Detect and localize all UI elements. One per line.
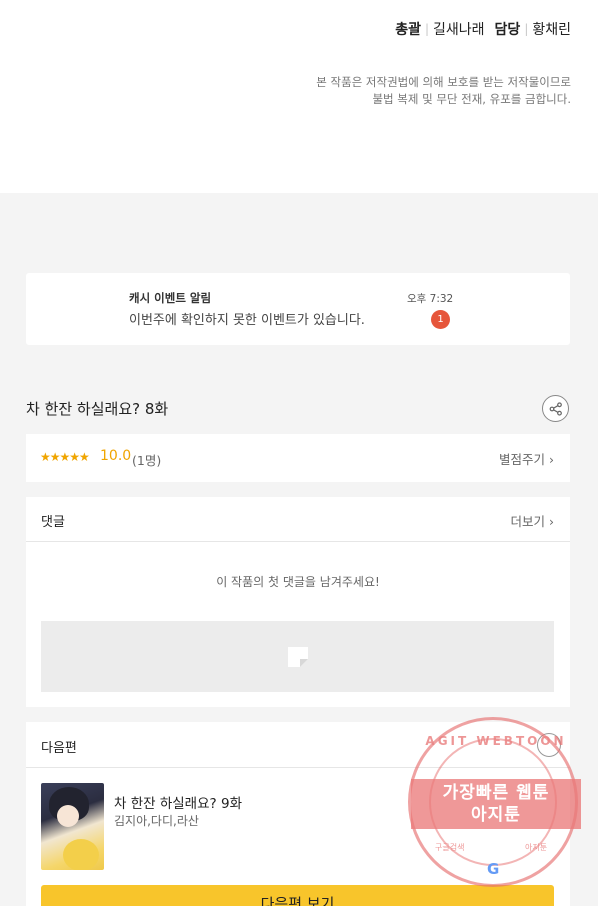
stamp-small-left: 구글검색 <box>435 843 465 852</box>
copyright-notice: 본 작품은 저작권법에 의해 보호를 받는 저작물이므로 불법 복제 및 무단 … <box>316 74 571 108</box>
copyright-line-1: 본 작품은 저작권법에 의해 보호를 받는 저작물이므로 <box>316 75 571 89</box>
notification-title: 캐시 이벤트 알림 <box>129 291 212 305</box>
rating-stars: ★★★★★ <box>40 450 90 464</box>
next-episode-button[interactable]: 다음편 보기 <box>41 885 554 906</box>
comments-empty-text: 이 작품의 첫 댓글을 남겨주세요! <box>216 575 380 589</box>
art-name: 길새나래 <box>433 22 485 38</box>
divider: | <box>424 22 430 36</box>
next-episode-thumbnail[interactable] <box>41 783 104 870</box>
google-icon: G <box>487 860 500 878</box>
notification-time: 오후 7:32 <box>407 293 454 305</box>
notification-badge: 1 <box>431 310 450 329</box>
stamp-line-1: 가장빠른 웹툰 <box>442 783 550 803</box>
comments-more-link[interactable]: 더보기 › <box>511 511 554 530</box>
stamp-arc-text: AGIT WEBTOON <box>425 734 567 748</box>
header-area: 총괄 | 길새나래 담당 | 황채린 본 작품은 저작권법에 의해 보호를 받는… <box>0 0 598 193</box>
rate-button[interactable]: 별점주기 › <box>499 449 554 468</box>
art-role: 총괄 <box>395 22 421 38</box>
stamp-small-right: 아지툰 <box>525 843 548 852</box>
story-role: 담당 <box>494 22 521 38</box>
rating-count: (1명) <box>132 453 162 468</box>
watermark-stamp: AGIT WEBTOON 가장빠른 웹툰 아지툰 구글검색 아지툰 G <box>408 717 581 887</box>
notification-message: 이번주에 확인하지 못한 이벤트가 있습니다. <box>129 313 365 328</box>
copyright-line-2: 불법 복제 및 무단 전재, 유포를 금합니다. <box>372 92 571 106</box>
rating-score: 10.0 <box>100 448 132 464</box>
next-episode-authors: 김지아,다디,라산 <box>114 814 199 828</box>
comments-label: 댓글 <box>41 515 65 530</box>
share-button[interactable] <box>542 395 569 422</box>
note-icon <box>287 646 308 667</box>
comment-input-box[interactable] <box>41 621 554 692</box>
comments-section: 댓글 더보기 › 이 작품의 첫 댓글을 남겨주세요! <box>26 497 570 707</box>
next-episode-label: 다음편 <box>41 741 77 756</box>
stamp-band: 가장빠른 웹툰 아지툰 <box>411 779 581 829</box>
stamp-line-2: 아지툰 <box>471 805 521 825</box>
rating-bar: ★★★★★ 10.0 (1명) 별점주기 › <box>26 434 570 482</box>
episode-title: 차 한잔 하실래요? 8화 <box>26 400 169 418</box>
comments-header: 댓글 더보기 › <box>26 497 570 542</box>
story-name: 황채린 <box>532 22 571 38</box>
divider: | <box>524 22 529 36</box>
notification-card[interactable]: 캐시 이벤트 알림 이번주에 확인하지 못한 이벤트가 있습니다. 오후 7:3… <box>26 273 570 345</box>
credits: 총괄 | 길새나래 담당 | 황채린 <box>395 19 571 39</box>
share-icon <box>549 401 562 416</box>
next-episode-title[interactable]: 차 한잔 하실래요? 9화 <box>114 792 242 812</box>
